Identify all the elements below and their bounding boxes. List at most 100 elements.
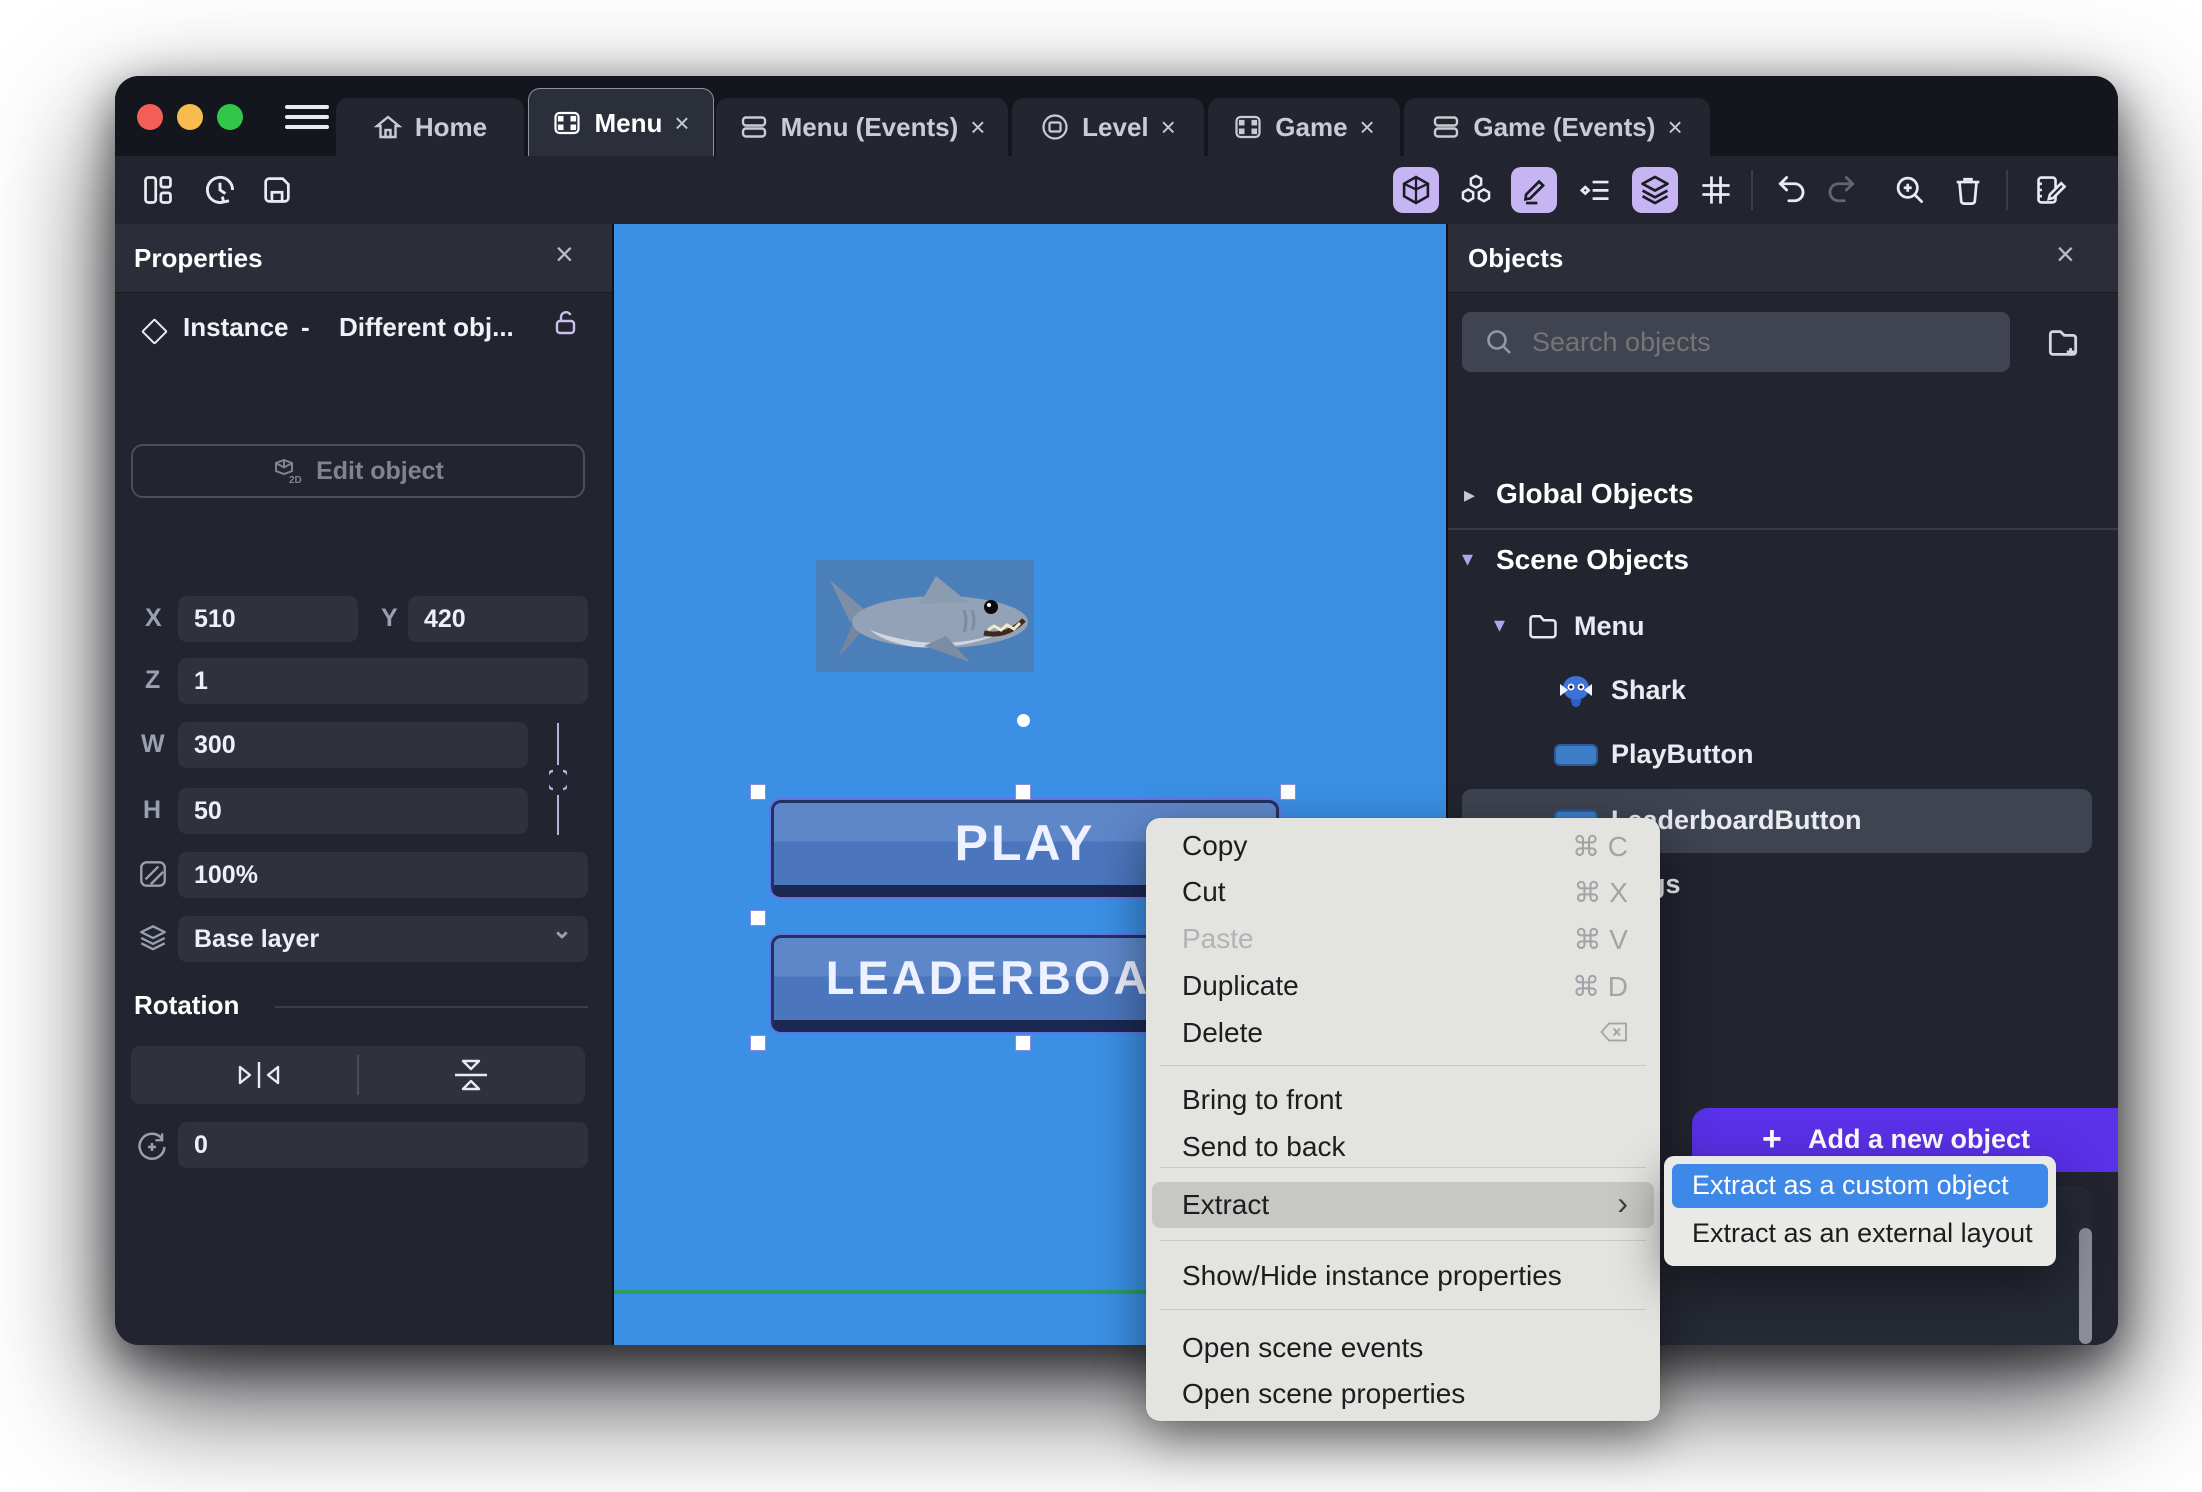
selection-handle[interactable] xyxy=(750,1035,766,1051)
tab-home[interactable]: Home xyxy=(336,98,524,156)
x-input[interactable] xyxy=(178,596,358,642)
close-icon[interactable]: × xyxy=(1667,112,1682,143)
menu-shortcut: ⌘ X xyxy=(1573,877,1628,908)
history-button[interactable] xyxy=(197,167,243,213)
layer-icon xyxy=(137,922,169,954)
menu-item-paste[interactable]: Paste xyxy=(1182,923,1254,955)
layer-select[interactable]: Base layer ⌄ xyxy=(178,916,588,962)
submenu-item-extract-external-layout[interactable]: Extract as an external layout xyxy=(1672,1212,2048,1256)
close-icon[interactable]: × xyxy=(1161,112,1176,143)
add-folder-icon[interactable] xyxy=(2044,324,2082,362)
menu-item-delete[interactable]: Delete xyxy=(1182,1017,1263,1049)
tree-row-shark[interactable]: Shark ⋮ xyxy=(1448,664,2118,718)
redo-button[interactable] xyxy=(1820,167,1866,213)
scene-tab-icon xyxy=(552,108,582,138)
level-tab-icon xyxy=(1040,112,1070,142)
tree-label: Menu xyxy=(1574,611,1645,641)
objects-editor-button[interactable] xyxy=(1453,167,1499,213)
tab-game-events[interactable]: Game (Events) × xyxy=(1404,98,1710,156)
layers-scrollbar[interactable] xyxy=(2079,1228,2092,1344)
selection-handle[interactable] xyxy=(1015,784,1031,800)
chevron-collapsed-icon[interactable]: ▸ xyxy=(1464,482,1475,508)
instance-separator: - xyxy=(301,312,310,342)
selection-handle[interactable] xyxy=(750,784,766,800)
close-icon[interactable]: × xyxy=(674,108,689,139)
menu-item-cut[interactable]: Cut xyxy=(1182,876,1226,908)
close-icon[interactable]: × xyxy=(2056,236,2075,273)
y-input[interactable] xyxy=(408,596,588,642)
tab-menu-events[interactable]: Menu (Events) × xyxy=(716,98,1008,156)
trash-button[interactable] xyxy=(1945,167,1991,213)
selection-handle[interactable] xyxy=(1015,1035,1031,1051)
hamburger-menu-icon[interactable] xyxy=(285,105,329,129)
group-scene-objects[interactable]: Scene Objects xyxy=(1496,544,1689,576)
flip-horizontal-button[interactable] xyxy=(236,1059,282,1091)
window-maximize-button[interactable] xyxy=(217,104,243,130)
tree-row-menu-folder[interactable]: ▾ Menu ⋮ xyxy=(1448,600,2118,654)
tree-row-playbutton[interactable]: PlayButton ⋮ xyxy=(1448,728,2118,782)
menu-item-extract-highlight[interactable]: Extract › xyxy=(1152,1182,1654,1228)
menu-item-open-scene-properties[interactable]: Open scene properties xyxy=(1182,1378,1465,1410)
layer-select-value: Base layer xyxy=(194,925,320,953)
tab-label: Menu (Events) xyxy=(780,111,959,142)
selection-handle[interactable] xyxy=(1280,784,1296,800)
context-menu: Copy ⌘ C Cut ⌘ X Paste ⌘ V Duplicate ⌘ D… xyxy=(1146,818,1660,1421)
save-button[interactable] xyxy=(254,167,300,213)
submenu-item-extract-custom-object[interactable]: Extract as a custom object xyxy=(1672,1164,2048,1208)
events-tab-icon xyxy=(1431,112,1461,142)
selection-handle[interactable] xyxy=(750,910,766,926)
h-input[interactable] xyxy=(178,788,528,834)
close-icon[interactable]: × xyxy=(1360,112,1375,143)
tab-game[interactable]: Game × xyxy=(1208,98,1400,156)
menu-item-open-scene-events[interactable]: Open scene events xyxy=(1182,1332,1423,1364)
menu-item-send-to-back[interactable]: Send to back xyxy=(1182,1131,1345,1163)
layers-button[interactable] xyxy=(1632,167,1678,213)
group-global-objects[interactable]: Global Objects xyxy=(1496,478,1694,510)
rotation-angle-input[interactable] xyxy=(178,1122,588,1168)
unlock-icon[interactable] xyxy=(551,308,581,338)
flip-bar-divider xyxy=(357,1055,359,1095)
backspace-delete-icon xyxy=(1600,1021,1628,1043)
menu-item-show-hide-instance-properties[interactable]: Show/Hide instance properties xyxy=(1182,1260,1562,1292)
z-input[interactable] xyxy=(178,658,588,704)
shark-sprite[interactable] xyxy=(816,560,1034,672)
menu-item-bring-to-front[interactable]: Bring to front xyxy=(1182,1084,1342,1116)
rotate-angle-icon xyxy=(135,1130,169,1164)
close-icon[interactable]: × xyxy=(970,112,985,143)
rotation-handle[interactable] xyxy=(1017,714,1030,727)
undo-button[interactable] xyxy=(1767,167,1813,213)
edit-instances-button[interactable] xyxy=(1511,167,1557,213)
chevron-right-icon: › xyxy=(1617,1185,1628,1221)
submenu-label: Extract as a custom object xyxy=(1692,1170,2009,1200)
menu-item-copy[interactable]: Copy xyxy=(1182,830,1247,862)
zoom-in-button[interactable] xyxy=(1887,167,1933,213)
instance-object-name: Different obj... xyxy=(339,312,514,342)
tree-label: PlayButton xyxy=(1611,739,1754,769)
tab-level[interactable]: Level × xyxy=(1012,98,1204,156)
chevron-expanded-icon: ▾ xyxy=(1494,612,1506,637)
diamond-icon xyxy=(141,318,168,345)
close-icon[interactable]: × xyxy=(555,236,574,273)
add-object-label: Add a new object xyxy=(1808,1124,2031,1154)
menu-divider xyxy=(1160,1240,1646,1241)
tab-menu[interactable]: Menu × xyxy=(528,88,714,157)
edit-object-button[interactable]: 2D Edit object xyxy=(131,444,585,498)
properties-panel: Properties × Instance - Different obj...… xyxy=(115,224,612,1345)
toggle-3d-view-button[interactable] xyxy=(1393,167,1439,213)
scene-properties-button[interactable] xyxy=(2028,167,2074,213)
button-object-thumbnail xyxy=(1554,744,1598,766)
window-close-button[interactable] xyxy=(137,104,163,130)
chevron-expanded-icon[interactable]: ▾ xyxy=(1462,546,1473,572)
tree-label: Shark xyxy=(1611,675,1687,705)
instances-list-button[interactable] xyxy=(1573,167,1619,213)
opacity-input[interactable] xyxy=(178,852,588,898)
w-input[interactable] xyxy=(178,722,528,768)
search-input[interactable] xyxy=(1530,325,1994,359)
window-minimize-button[interactable] xyxy=(177,104,203,130)
grid-button[interactable] xyxy=(1693,167,1739,213)
menu-item-duplicate[interactable]: Duplicate xyxy=(1182,970,1299,1002)
panels-layout-button[interactable] xyxy=(135,167,181,213)
link-dimensions-icon[interactable] xyxy=(549,767,567,793)
flip-vertical-button[interactable] xyxy=(451,1057,491,1093)
menu-shortcut: ⌘ V xyxy=(1573,924,1628,955)
